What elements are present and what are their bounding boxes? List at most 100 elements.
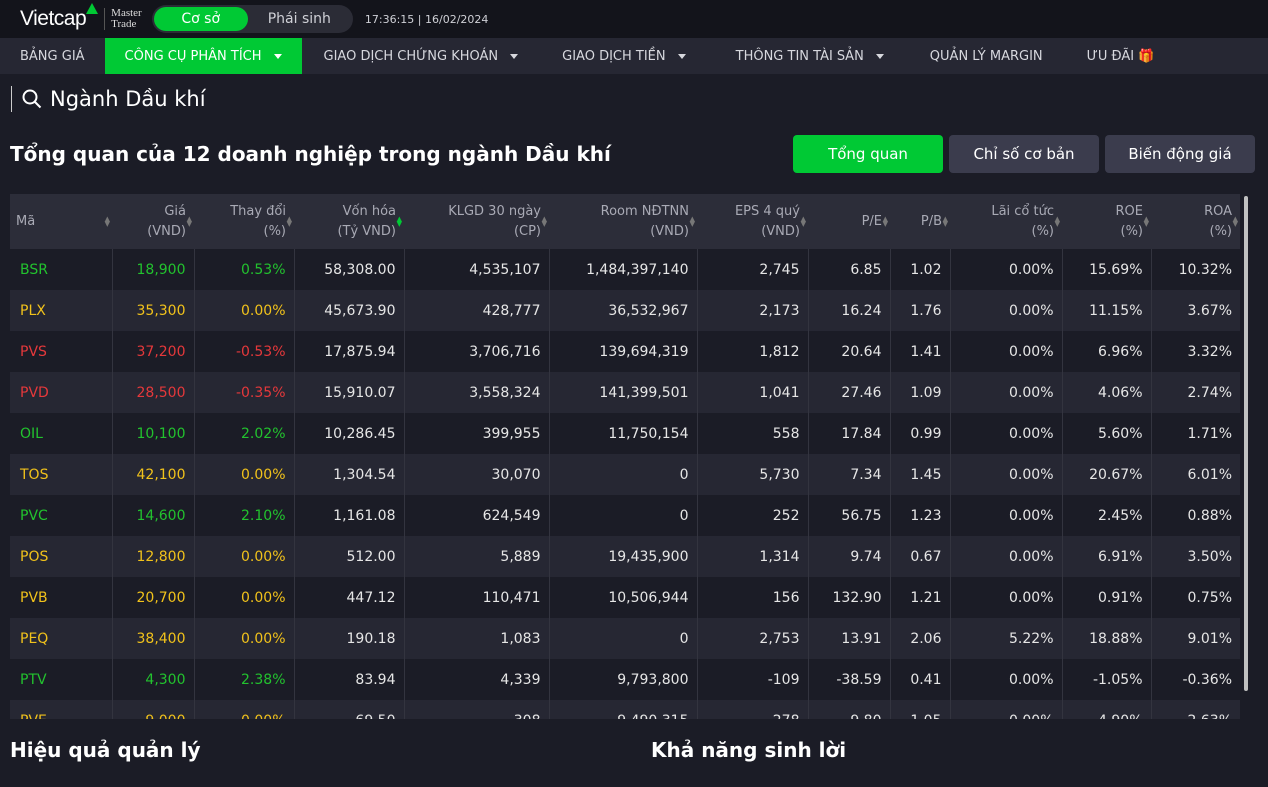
table-row[interactable]: BSR 18,900 0.53% 58,308.00 4,535,107 1,484,39… — [10, 249, 1240, 290]
ticker-cell[interactable]: BSR — [10, 249, 112, 290]
ticker-cell[interactable]: OIL — [10, 413, 112, 454]
table-row[interactable]: PVB 20,700 0.00% 447.12 110,471 10,506,944 156… — [10, 577, 1240, 618]
table-cell: 0.00% — [949, 659, 1062, 700]
table-row[interactable]: PEQ 38,400 0.00% 190.18 1,083 0 2,753 13.91 2.06… — [10, 618, 1240, 659]
search-input[interactable]: Ngành Dầu khí — [50, 87, 206, 111]
table-cell: 6.96% — [1061, 331, 1151, 372]
nav-thong-tin-tai-san[interactable]: THÔNG TIN TÀI SẢN — [708, 38, 908, 74]
sort-icon: ▲ ▼ — [396, 214, 402, 228]
tab-chi-so-co-ban[interactable]: Chỉ số cơ bản — [949, 135, 1099, 173]
table-cell: 0 — [548, 495, 697, 536]
table-cell: 0.00% — [949, 700, 1062, 719]
column-header[interactable]: KLGD 30 ngày (CP) ▲ ▼ — [404, 194, 549, 249]
tab-bien-dong-gia[interactable]: Biến động giá — [1105, 135, 1255, 173]
tab-tong-quan[interactable]: Tổng quan — [793, 135, 943, 173]
table-cell: 4.06% — [1061, 372, 1151, 413]
nav-giao-dich-tien[interactable]: GIAO DỊCH TIỀN — [540, 38, 707, 74]
table-scrollbar[interactable] — [1244, 196, 1248, 691]
table-cell: 2.02% — [193, 413, 294, 454]
ticker-cell[interactable]: PVB — [10, 577, 112, 618]
nav-giao-dich-chung-khoan[interactable]: GIAO DỊCH CHỨNG KHOÁN — [302, 38, 541, 74]
table-cell: 20.67% — [1061, 454, 1151, 495]
table-cell: 1.41 — [889, 331, 950, 372]
table-cell: 1,041 — [696, 372, 808, 413]
table-cell: 4,339 — [403, 659, 549, 700]
column-header[interactable]: Mã ▲ ▼ — [10, 194, 112, 249]
table-cell: 7.34 — [807, 454, 890, 495]
table-cell: 11,750,154 — [548, 413, 697, 454]
table-cell: 1.09 — [889, 372, 950, 413]
table-cell: 13.91 — [807, 618, 890, 659]
table-cell: 2,753 — [696, 618, 808, 659]
ticker-cell[interactable]: PVS — [10, 331, 112, 372]
table-row[interactable]: TOS 42,100 0.00% 1,304.54 30,070 0 5,730 7.34 1.… — [10, 454, 1240, 495]
column-header[interactable]: EPS 4 quý (VND) ▲ ▼ — [697, 194, 808, 249]
column-header[interactable]: Lãi cổ tức (%) ▲ ▼ — [950, 194, 1062, 249]
toggle-co-so[interactable]: Cơ sở — [153, 7, 248, 31]
column-header[interactable]: P/E ▲ ▼ — [808, 194, 890, 249]
table-cell: 399,955 — [403, 413, 549, 454]
table-cell: 1,304.54 — [293, 454, 404, 495]
ticker-cell[interactable]: POS — [10, 536, 112, 577]
ticker-cell[interactable]: PTV — [10, 659, 112, 700]
chevron-down-icon — [677, 53, 686, 59]
table-cell: 9,793,800 — [548, 659, 697, 700]
ticker-cell[interactable]: PVC — [10, 495, 112, 536]
vietcap-logo[interactable]: Vietcap — [20, 3, 99, 31]
nav-quan-ly-margin[interactable]: QUẢN LÝ MARGIN — [908, 38, 1065, 74]
table-cell: 20,700 — [111, 577, 194, 618]
table-row[interactable]: PVD 28,500 -0.35% 15,910.07 3,558,324 141,399… — [10, 372, 1240, 413]
table-cell: -0.35% — [193, 372, 294, 413]
column-header[interactable]: Giá (VND) ▲ ▼ — [112, 194, 194, 249]
ticker-cell[interactable]: PLX — [10, 290, 112, 331]
table-cell: 0 — [548, 454, 697, 495]
table-cell: 1.45 — [889, 454, 950, 495]
column-header[interactable]: ROA (%) ▲ ▼ — [1151, 194, 1240, 249]
industry-search: Ngành Dầu khí — [0, 74, 1268, 124]
table-cell: 38,400 — [111, 618, 194, 659]
table-row[interactable]: PVS 37,200 -0.53% 17,875.94 3,706,716 139,694… — [10, 331, 1240, 372]
table-row[interactable]: PVE9,0000.00%69.503089,490,3152789.801.0… — [10, 700, 1240, 719]
ticker-cell[interactable]: PEQ — [10, 618, 112, 659]
bottom-sections: Hiệu quả quản lý Khả năng sinh lời — [10, 738, 1250, 762]
table-cell: 190.18 — [293, 618, 404, 659]
table-cell: 9.01% — [1150, 618, 1240, 659]
ticker-cell[interactable]: TOS — [10, 454, 112, 495]
table-row[interactable]: PLX 35,300 0.00% 45,673.90 428,777 36,532,967… — [10, 290, 1240, 331]
table-cell: 278 — [696, 700, 808, 719]
table-row[interactable]: OIL 10,100 2.02% 10,286.45 399,955 11,750,154… — [10, 413, 1240, 454]
column-header[interactable]: Thay đổi (%) ▲ ▼ — [194, 194, 294, 249]
table-cell: 6.85 — [807, 249, 890, 290]
table-cell: 17.84 — [807, 413, 890, 454]
ticker-cell[interactable]: PVE — [10, 700, 112, 720]
nav-uu-dai[interactable]: ƯU ĐÃI 🎁 — [1065, 38, 1177, 74]
master-trade-label: Master Trade — [104, 8, 142, 30]
table-cell: 0.75% — [1150, 577, 1240, 618]
sort-icon: ▲ ▼ — [1143, 214, 1149, 228]
table-row[interactable]: PVC 14,600 2.10% 1,161.08 624,549 0 252 56.75 1.… — [10, 495, 1240, 536]
table-cell: 28,500 — [111, 372, 194, 413]
column-header[interactable]: P/B ▲ ▼ — [890, 194, 950, 249]
table-cell: 252 — [696, 495, 808, 536]
column-header[interactable]: Vốn hóa (Tỷ VND) ▲ ▼ — [294, 194, 404, 249]
table-cell: 1.05 — [889, 700, 950, 719]
section-kha-nang-sinh-loi: Khả năng sinh lời — [651, 738, 847, 762]
column-header[interactable]: ROE (%) ▲ ▼ — [1062, 194, 1151, 249]
toggle-phai-sinh[interactable]: Phái sinh — [248, 7, 351, 31]
table-row[interactable]: PTV 4,300 2.38% 83.94 4,339 9,793,800 -109 -38.… — [10, 659, 1240, 700]
table-cell: 308 — [403, 700, 549, 719]
top-bar: Vietcap Master Trade Cơ sở Phái sinh 17:3… — [0, 0, 1268, 38]
table-row[interactable]: POS 12,800 0.00% 512.00 5,889 19,435,900 1,314… — [10, 536, 1240, 577]
table-cell: 2.06 — [889, 618, 950, 659]
ticker-cell[interactable]: PVD — [10, 372, 112, 413]
table-cell: 156 — [696, 577, 808, 618]
column-header[interactable]: Room NĐTNN (VND) ▲ ▼ — [549, 194, 697, 249]
table-cell: 15,910.07 — [293, 372, 404, 413]
nav-bang-gia[interactable]: BẢNG GIÁ — [0, 38, 105, 74]
section-hieu-qua-quan-ly: Hiệu quả quản lý — [10, 738, 201, 762]
table-cell: 0.00% — [193, 577, 294, 618]
table-cell: 37,200 — [111, 331, 194, 372]
nav-cong-cu-phan-tich[interactable]: CÔNG CỤ PHÂN TÍCH — [104, 38, 302, 74]
table-cell: 2.74% — [1150, 372, 1240, 413]
table-cell: 58,308.00 — [293, 249, 404, 290]
